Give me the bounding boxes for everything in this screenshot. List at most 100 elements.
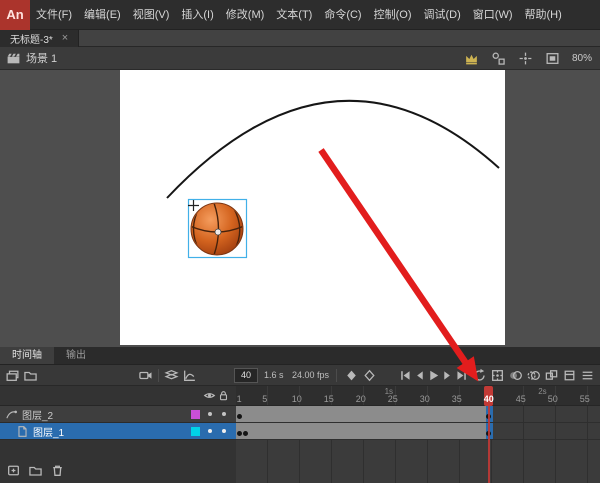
ruler-number: 40 — [484, 394, 494, 404]
document-tab-title: 无标题-3* — [10, 31, 53, 46]
clip-content-button[interactable] — [545, 51, 560, 66]
menu-item[interactable]: 修改(M) — [220, 0, 271, 30]
menu-bar: An 文件(F)编辑(E)视图(V)插入(I)修改(M)文本(T)命令(C)控制… — [0, 0, 600, 30]
layer-lock-dot[interactable] — [217, 429, 231, 433]
layer-visibility-dot[interactable] — [203, 429, 217, 433]
new-folder-icon[interactable] — [23, 368, 38, 383]
layer-list: 图层_2 图层_1 — [0, 406, 236, 440]
menu-item[interactable]: 编辑(E) — [78, 0, 127, 30]
step-forward-icon[interactable] — [440, 368, 455, 383]
timeline-panel: 时间轴输出 40 1.6 s 24.00 fps — [0, 347, 600, 483]
frame-view-options-icon[interactable] — [580, 368, 595, 383]
ruler-number: 30 — [420, 394, 430, 404]
loop-icon[interactable] — [472, 368, 487, 383]
layer-buttons — [6, 463, 65, 478]
edit-bar: 场景 1 80% — [0, 47, 600, 70]
layer-row[interactable]: 图层_2 — [0, 406, 236, 423]
frame-rows — [236, 406, 600, 483]
modify-markers-icon[interactable] — [562, 368, 577, 383]
lock-column-icon[interactable] — [217, 389, 230, 402]
timeline-body: 图层_2图层_1 1s2s1510152025303540455055 — [0, 386, 600, 483]
ruler-number: 35 — [452, 394, 462, 404]
ruler-number: 55 — [580, 394, 590, 404]
menu-item[interactable]: 窗口(W) — [467, 0, 519, 30]
step-back-icon[interactable] — [412, 368, 427, 383]
menu-item[interactable]: 文件(F) — [30, 0, 78, 30]
panel-tab[interactable]: 输出 — [54, 347, 98, 364]
snap-crosshair — [188, 200, 199, 211]
layer-depth-icon[interactable] — [164, 368, 179, 383]
ruler-number: 10 — [292, 394, 302, 404]
frame-span[interactable] — [236, 423, 492, 439]
playhead-line[interactable] — [488, 406, 490, 483]
frame-rate-field[interactable]: 24.00 fps — [292, 370, 329, 380]
menu-item[interactable]: 插入(I) — [175, 0, 219, 30]
insert-keyframe-icon[interactable] — [344, 368, 359, 383]
menu-items: 文件(F)编辑(E)视图(V)插入(I)修改(M)文本(T)命令(C)控制(O)… — [30, 0, 568, 30]
layers-pane: 图层_2 图层_1 — [0, 386, 236, 483]
layer-row[interactable]: 图层_1 — [0, 423, 236, 440]
delete-layer-button[interactable] — [50, 463, 65, 478]
zoom-select[interactable]: 80% — [572, 53, 592, 64]
document-tab[interactable]: 无标题-3* × — [0, 30, 79, 47]
scene-clapper-icon — [6, 51, 21, 66]
go-to-first-frame-icon[interactable] — [398, 368, 413, 383]
document-tab-bar: 无标题-3* × — [0, 30, 600, 47]
eye-column-icon[interactable] — [203, 389, 216, 402]
panel-tab[interactable]: 时间轴 — [0, 347, 54, 364]
edit-scene-button[interactable] — [464, 51, 479, 66]
insert-blank-keyframe-icon[interactable] — [362, 368, 377, 383]
ruler-number: 20 — [356, 394, 366, 404]
center-stage-button[interactable] — [518, 51, 533, 66]
ruler-number: 15 — [324, 394, 334, 404]
frame-row[interactable] — [236, 423, 600, 440]
graph-editor-icon[interactable] — [182, 368, 197, 383]
frames-pane: 1s2s1510152025303540455055 — [236, 386, 600, 483]
stage-canvas[interactable] — [120, 70, 505, 345]
edit-symbols-button[interactable] — [491, 51, 506, 66]
menu-item[interactable]: 文本(T) — [270, 0, 318, 30]
new-layer-button[interactable] — [6, 463, 21, 478]
layer-outline-color-swatch[interactable] — [191, 427, 200, 436]
frame-ruler[interactable]: 1s2s1510152025303540455055 — [236, 386, 600, 406]
layer-visibility-dot[interactable] — [203, 412, 217, 416]
menu-item[interactable]: 调试(D) — [418, 0, 467, 30]
menu-item[interactable]: 帮助(H) — [519, 0, 568, 30]
motion-guide-path[interactable] — [167, 101, 499, 198]
current-frame-field[interactable]: 40 — [234, 368, 258, 383]
ruler-number: 1 — [237, 394, 242, 404]
layer-name: 图层_1 — [33, 424, 191, 439]
ruler-number: 5 — [262, 394, 267, 404]
layer-outline-color-swatch[interactable] — [191, 410, 200, 419]
frame-row[interactable] — [236, 406, 600, 423]
play-icon[interactable] — [426, 368, 441, 383]
layer-lock-dot[interactable] — [217, 412, 231, 416]
onion-skin-outlines-icon[interactable] — [526, 368, 541, 383]
scene-breadcrumb: 场景 1 — [26, 50, 57, 66]
keyframe-dot — [237, 431, 242, 436]
layer-icon — [16, 425, 29, 438]
layer-name: 图层_2 — [22, 407, 191, 422]
onion-skin-icon[interactable] — [508, 368, 523, 383]
menu-item[interactable]: 命令(C) — [318, 0, 367, 30]
second-marker: 2s — [538, 387, 546, 396]
close-tab-icon[interactable]: × — [62, 33, 68, 44]
timeline-toolbar: 40 1.6 s 24.00 fps — [0, 365, 600, 386]
layers-header — [0, 386, 236, 406]
menu-item[interactable]: 控制(O) — [368, 0, 418, 30]
new-layer-icon[interactable] — [5, 368, 20, 383]
new-folder-button[interactable] — [28, 463, 43, 478]
pasteboard[interactable] — [0, 70, 600, 347]
frame-span[interactable] — [236, 406, 492, 422]
keyframe-dot — [237, 414, 242, 419]
menu-item[interactable]: 视图(V) — [127, 0, 176, 30]
edit-multiple-frames-icon[interactable] — [544, 368, 559, 383]
go-to-last-frame-icon[interactable] — [454, 368, 469, 383]
center-frame-icon[interactable] — [490, 368, 505, 383]
ruler-number: 25 — [388, 394, 398, 404]
edit-bar-right: 80% — [464, 51, 592, 66]
transform-point[interactable] — [215, 229, 221, 235]
guide-layer-icon — [5, 408, 18, 421]
camera-icon[interactable] — [138, 368, 153, 383]
app-logo: An — [0, 0, 30, 30]
